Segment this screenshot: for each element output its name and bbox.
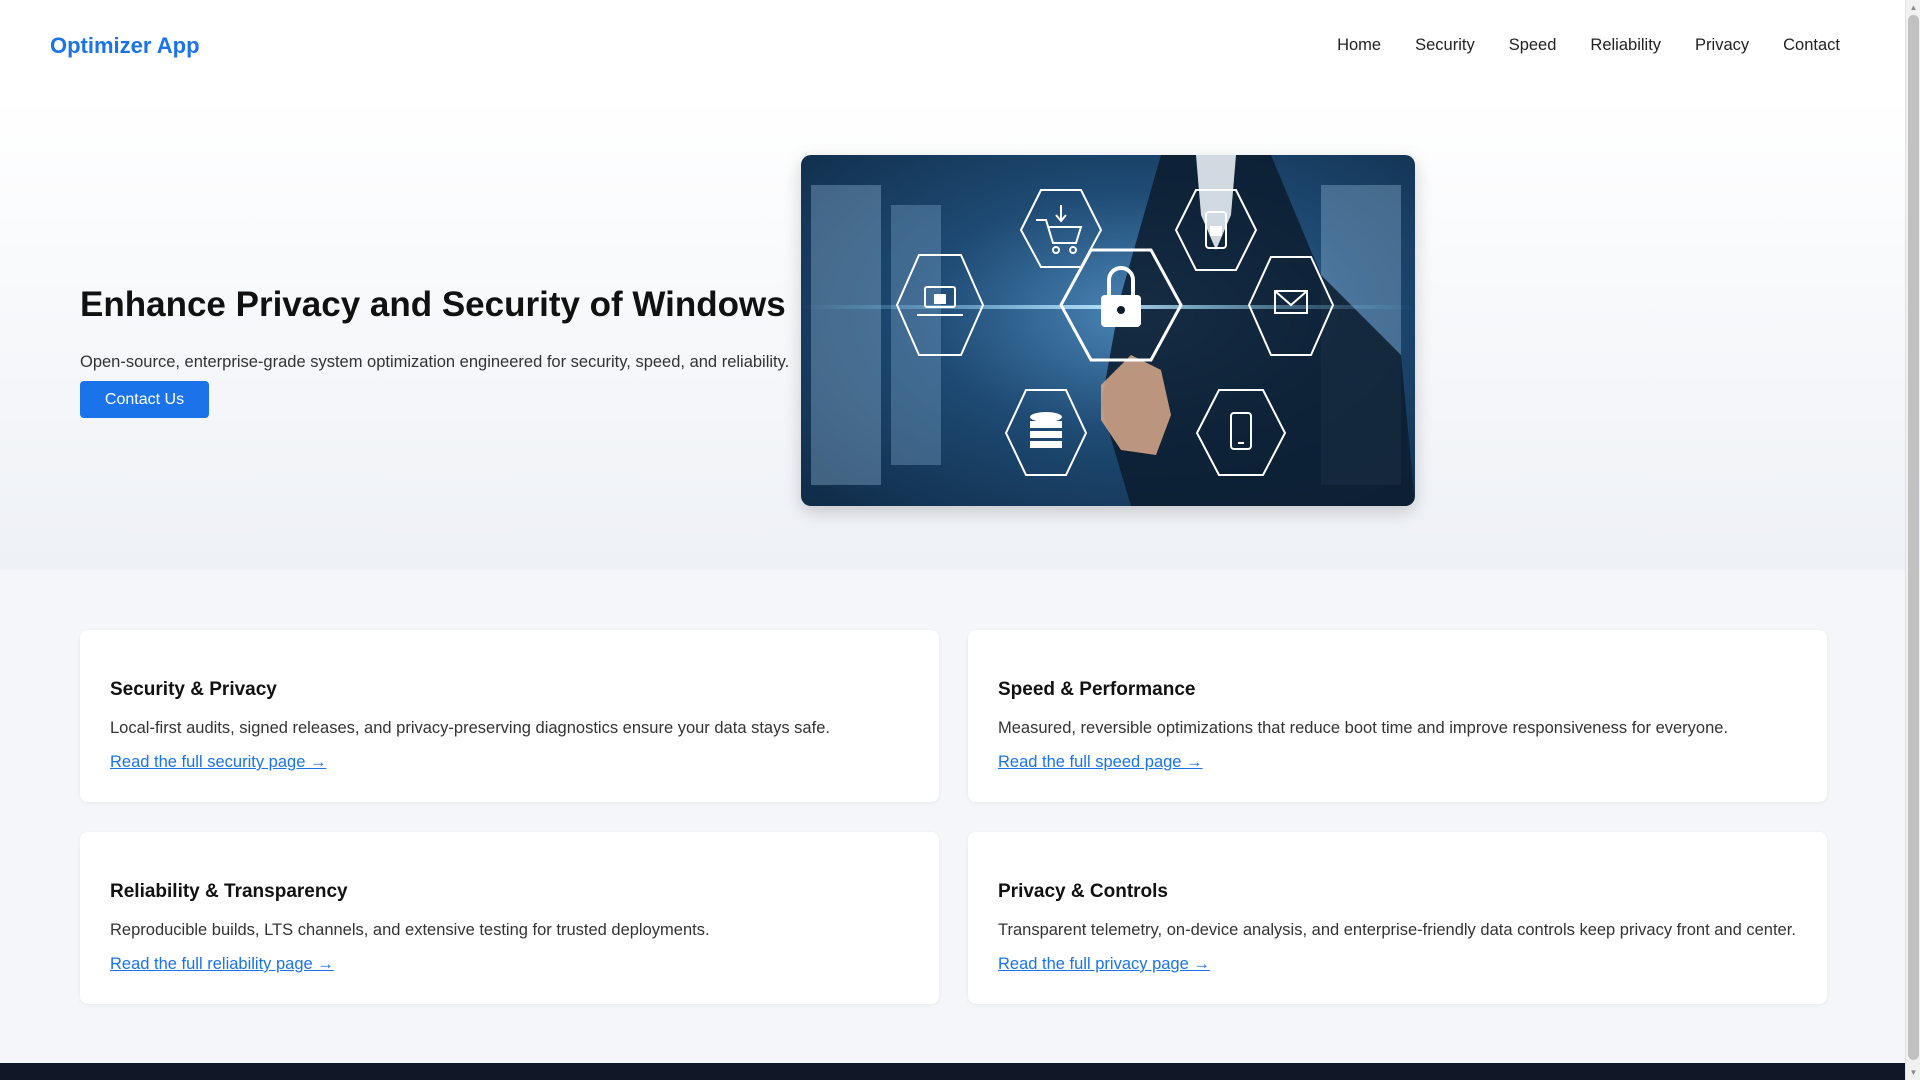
- card-text: Reproducible builds, LTS channels, and e…: [110, 921, 710, 939]
- scroll-up-arrow-icon[interactable]: ▲: [1909, 3, 1918, 12]
- nav-contact[interactable]: Contact: [1783, 36, 1840, 55]
- nav-reliability[interactable]: Reliability: [1590, 36, 1661, 55]
- database-icon: [1030, 412, 1062, 448]
- vertical-scrollbar[interactable]: ▲ ▼: [1905, 0, 1920, 1080]
- card-title: Privacy & Controls: [998, 881, 1168, 902]
- security-page-link[interactable]: Read the full security page →: [110, 753, 326, 772]
- card-text: Local-first audits, signed releases, and…: [110, 719, 830, 737]
- card-security: Security & Privacy Local-first audits, s…: [80, 630, 939, 802]
- nav-speed[interactable]: Speed: [1509, 36, 1557, 55]
- security-illustration: [801, 155, 1415, 506]
- card-title: Security & Privacy: [110, 679, 277, 700]
- logo-link[interactable]: Optimizer App: [50, 33, 200, 59]
- card-privacy: Privacy & Controls Transparent telemetry…: [968, 832, 1827, 1004]
- nav-security[interactable]: Security: [1415, 36, 1475, 55]
- hero-image: [801, 155, 1415, 506]
- page-viewport: Optimizer App Home Security Speed Reliab…: [0, 0, 1905, 1080]
- site-header: Optimizer App Home Security Speed Reliab…: [0, 0, 1905, 95]
- card-speed: Speed & Performance Measured, reversible…: [968, 630, 1827, 802]
- nav-home[interactable]: Home: [1337, 36, 1381, 55]
- hero-subtitle: Open-source, enterprise-grade system opt…: [80, 353, 790, 371]
- card-title: Reliability & Transparency: [110, 881, 348, 902]
- main-nav: Home Security Speed Reliability Privacy …: [1337, 36, 1840, 55]
- card-text: Measured, reversible optimizations that …: [998, 719, 1729, 737]
- card-text: Transparent telemetry, on-device analysi…: [998, 921, 1796, 939]
- nav-privacy[interactable]: Privacy: [1695, 36, 1749, 55]
- site-footer: [0, 1063, 1905, 1080]
- speed-page-link[interactable]: Read the full speed page →: [998, 753, 1203, 772]
- hero-section: Enhance Privacy and Security of Windows …: [0, 95, 1905, 570]
- reliability-page-link[interactable]: Read the full reliability page →: [110, 955, 334, 974]
- contact-us-button[interactable]: Contact Us: [80, 381, 209, 418]
- hero-title: Enhance Privacy and Security of Windows: [80, 285, 786, 324]
- privacy-page-link[interactable]: Read the full privacy page →: [998, 955, 1210, 974]
- scrollbar-thumb[interactable]: [1908, 15, 1919, 1060]
- card-reliability: Reliability & Transparency Reproducible …: [80, 832, 939, 1004]
- card-title: Speed & Performance: [998, 679, 1196, 700]
- scroll-down-arrow-icon[interactable]: ▼: [1909, 1068, 1918, 1077]
- shopping-cart-icon: [1036, 205, 1083, 254]
